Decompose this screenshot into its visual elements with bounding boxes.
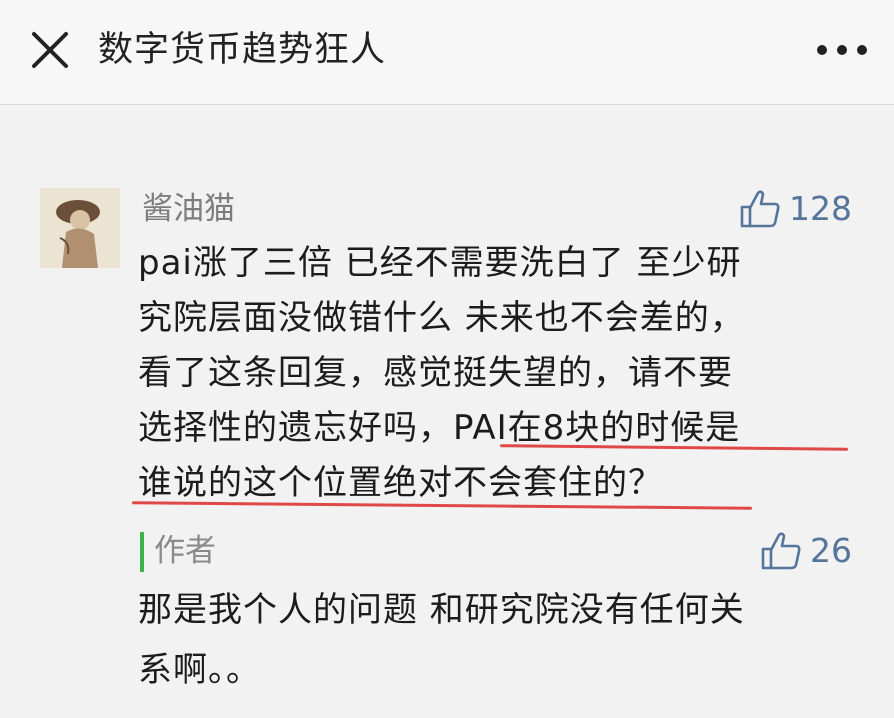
top-bar: 数字货币趋势狂人 (0, 0, 894, 105)
reply-line: 系啊。。 (138, 650, 261, 690)
reply-indicator-bar (140, 532, 144, 572)
close-button[interactable] (22, 22, 78, 78)
reply-author-label: 作者 (154, 533, 216, 569)
avatar[interactable] (40, 188, 120, 268)
reply-like-button[interactable]: 26 (760, 528, 852, 574)
reply-like-count: 26 (810, 531, 852, 570)
avatar-image (40, 188, 120, 268)
comment-item: 酱油猫 128 pai涨了三倍 已经不需要洗白了 至少研 究院层面没做错什么 未… (0, 104, 894, 718)
page-title: 数字货币趋势狂人 (98, 30, 387, 70)
more-button[interactable] (812, 34, 872, 66)
comment-author[interactable]: 酱油猫 (142, 186, 235, 232)
thumbs-up-icon (740, 190, 780, 228)
comment-text: pai涨了三倍 已经不需要洗白了 至少研 究院层面没做错什么 未来也不会差的， … (138, 236, 858, 511)
reply-line: 那是我个人的问题 和研究院没有任何关 (138, 590, 745, 630)
reply-text: 那是我个人的问题 和研究院没有任何关 系啊。。 (138, 580, 858, 700)
close-icon[interactable] (22, 22, 78, 78)
comment-line: 究院层面没做错什么 未来也不会差的， (138, 298, 745, 338)
comment-line: 看了这条回复，感觉挺失望的，请不要 (138, 353, 733, 393)
like-count: 128 (789, 189, 852, 228)
more-dots-icon[interactable] (812, 34, 872, 66)
like-button[interactable]: 128 (739, 186, 852, 232)
thumbs-up-icon (761, 532, 801, 570)
comment-line: pai涨了三倍 已经不需要洗白了 至少研 (138, 243, 742, 283)
